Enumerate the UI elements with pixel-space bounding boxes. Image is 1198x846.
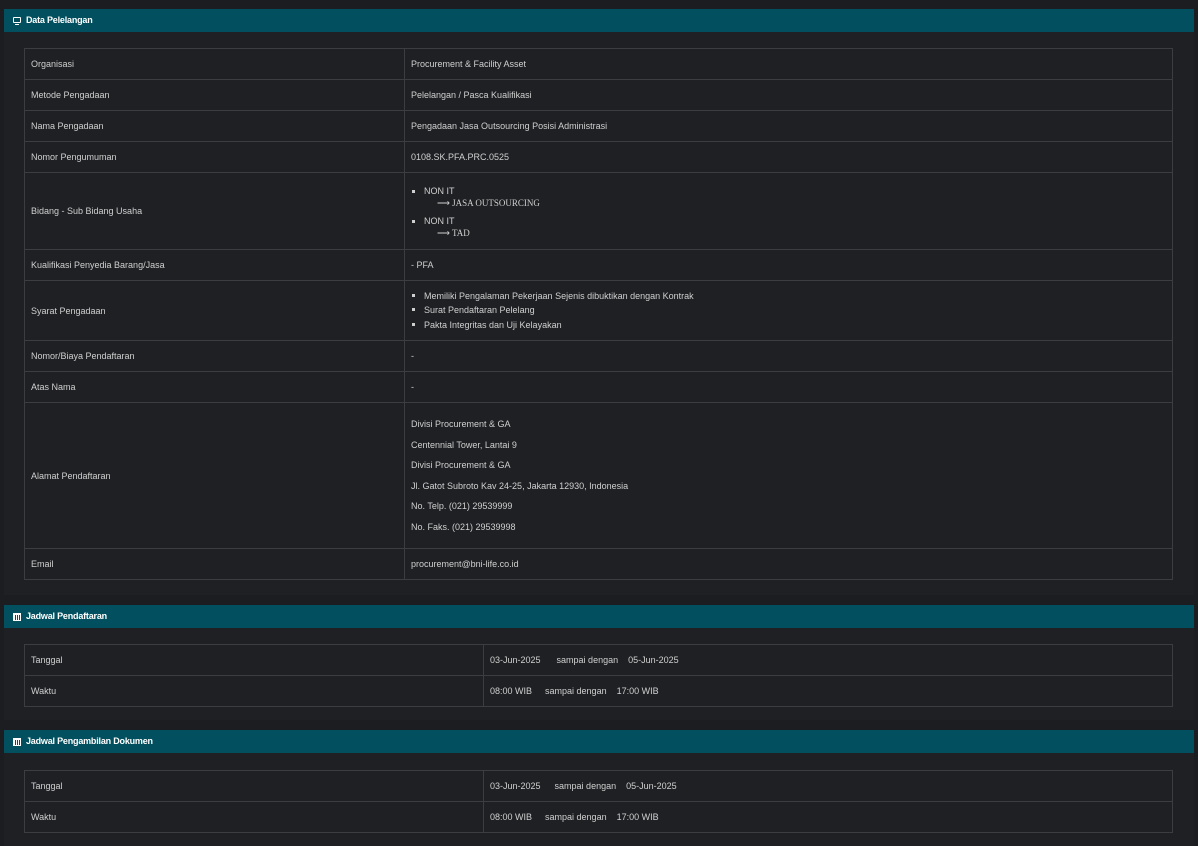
row-label: Kualifikasi Penyedia Barang/Jasa <box>24 249 405 281</box>
address-line: Jl. Gatot Subroto Kav 24-25, Jakarta 129… <box>411 480 629 491</box>
table-row: Tanggal 03-Jun-2025 sampai dengan 05-Jun-2… <box>24 770 1173 802</box>
row-value: Pelelangan / Pasca Kualifikasi <box>404 79 1173 111</box>
end-date: 05-Jun-2025 <box>626 781 677 791</box>
row-label: Bidang - Sub Bidang Usaha <box>24 172 405 250</box>
panel-title: Jadwal Pendaftaran <box>26 611 107 621</box>
row-label: Atas Nama <box>24 371 405 403</box>
row-value: - PFA <box>404 249 1173 281</box>
panel-header-jadwal-pendaftaran[interactable]: Jadwal Pendaftaran <box>4 605 1194 628</box>
row-value: 08:00 WIB sampai dengan 17:00 WIB <box>483 801 1173 833</box>
monitor-icon <box>13 16 23 26</box>
start-date: 03-Jun-2025 <box>490 655 541 665</box>
address-line: Centennial Tower, Lantai 9 <box>411 439 517 450</box>
address-line: Divisi Procurement & GA <box>411 419 511 429</box>
address-line: No. Telp. (021) 29539999 <box>411 501 513 511</box>
start-time: 08:00 WIB <box>490 812 533 822</box>
table-row: Waktu 08:00 WIB sampai dengan 17:00 WIB <box>24 801 1173 833</box>
bidang-list: NON IT ⟶ JASA OUTSOURCING NON IT ⟶ TAD <box>411 184 1166 239</box>
range-separator: sampai dengan <box>545 812 607 822</box>
row-label: Tanggal <box>24 770 484 802</box>
data-pelelangan-table: Organisasi Procurement & Facility Asset … <box>24 48 1173 580</box>
row-value: 03-Jun-2025 sampai dengan 05-Jun-2025 <box>483 770 1173 802</box>
row-label: Waktu <box>24 801 484 833</box>
address-line: No. Faks. (021) 29539998 <box>411 521 516 532</box>
row-label: Organisasi <box>24 48 405 80</box>
jadwal-pengambilan-table: Tanggal 03-Jun-2025 sampai dengan 05-Jun-2… <box>24 770 1173 833</box>
start-date: 03-Jun-2025 <box>490 781 541 791</box>
panel-title: Data Pelelangan <box>26 15 93 25</box>
panel-title: Jadwal Pengambilan Dokumen <box>26 736 153 746</box>
calendar-icon <box>13 612 23 622</box>
end-time: 17:00 WIB <box>616 812 659 822</box>
list-item: NON IT ⟶ JASA OUTSOURCING <box>412 185 1166 209</box>
row-value: Procurement & Facility Asset <box>404 48 1173 80</box>
calendar-icon <box>13 737 23 747</box>
table-row: Email procurement@bni-life.co.id <box>24 548 1173 580</box>
table-row: Nomor/Biaya Pendaftaran - <box>24 340 1173 372</box>
row-label: Tanggal <box>24 644 484 676</box>
end-date: 05-Jun-2025 <box>628 655 679 665</box>
range-separator: sampai dengan <box>556 655 619 665</box>
panel-header-data-pelelangan[interactable]: Data Pelelangan <box>4 9 1194 32</box>
panel-header-jadwal-pengambilan-dokumen[interactable]: Jadwal Pengambilan Dokumen <box>4 730 1194 753</box>
syarat-list: Memiliki Pengalaman Pekerjaan Sejenis di… <box>411 289 1166 333</box>
table-row: Alamat Pendaftaran Divisi Procurement & … <box>24 402 1173 549</box>
range-separator: sampai dengan <box>545 686 607 696</box>
list-item: Pakta Integritas dan Uji Kelayakan <box>412 318 1166 333</box>
row-value: Memiliki Pengalaman Pekerjaan Sejenis di… <box>404 280 1173 341</box>
table-row: Organisasi Procurement & Facility Asset <box>24 48 1173 80</box>
row-label: Nama Pengadaan <box>24 110 405 142</box>
jadwal-pendaftaran-table: Tanggal 03-Jun-2025 sampai dengan 05-Jun-2… <box>24 644 1173 707</box>
row-value: 08:00 WIB sampai dengan 17:00 WIB <box>483 675 1173 707</box>
table-row: Bidang - Sub Bidang Usaha NON IT ⟶ JASA … <box>24 172 1173 250</box>
row-value: - <box>404 371 1173 403</box>
row-label: Alamat Pendaftaran <box>24 402 405 549</box>
address-line: Divisi Procurement & GA <box>411 460 511 470</box>
list-item: NON IT ⟶ TAD <box>412 215 1166 239</box>
table-row: Tanggal 03-Jun-2025 sampai dengan 05-Jun-2… <box>24 644 1173 676</box>
row-value: Divisi Procurement & GA Centennial Tower… <box>404 402 1173 549</box>
row-label: Nomor Pengumuman <box>24 141 405 173</box>
panel-jadwal-pendaftaran: Jadwal Pendaftaran Tanggal 03-Jun-2025 sa… <box>4 605 1194 720</box>
range-separator: sampai dengan <box>554 781 617 791</box>
row-label: Metode Pengadaan <box>24 79 405 111</box>
list-item: Surat Pendaftaran Pelelang <box>412 303 1166 318</box>
table-row: Kualifikasi Penyedia Barang/Jasa - PFA <box>24 249 1173 281</box>
sub-bidang: ⟶ TAD <box>437 227 470 238</box>
table-row: Metode Pengadaan Pelelangan / Pasca Kual… <box>24 79 1173 111</box>
row-label: Waktu <box>24 675 484 707</box>
table-row: Nama Pengadaan Pengadaan Jasa Outsourcin… <box>24 110 1173 142</box>
row-value: NON IT ⟶ JASA OUTSOURCING NON IT ⟶ TAD <box>404 172 1173 250</box>
row-value: 03-Jun-2025 sampai dengan 05-Jun-2025 <box>483 644 1173 676</box>
start-time: 08:00 WIB <box>490 686 533 696</box>
table-row: Waktu 08:00 WIB sampai dengan 17:00 WIB <box>24 675 1173 707</box>
table-row: Atas Nama - <box>24 371 1173 403</box>
table-row: Nomor Pengumuman 0108.SK.PFA.PRC.0525 <box>24 141 1173 173</box>
email-value[interactable]: procurement@bni-life.co.id <box>404 548 1173 580</box>
row-label: Nomor/Biaya Pendaftaran <box>24 340 405 372</box>
panel-jadwal-pengambilan-dokumen: Jadwal Pengambilan Dokumen Tanggal 03-Ju… <box>4 730 1194 846</box>
row-value: 0108.SK.PFA.PRC.0525 <box>404 141 1173 173</box>
row-value: Pengadaan Jasa Outsourcing Posisi Admini… <box>404 110 1173 142</box>
sub-bidang: ⟶ JASA OUTSOURCING <box>437 197 540 208</box>
row-label: Syarat Pengadaan <box>24 280 405 341</box>
list-item: Memiliki Pengalaman Pekerjaan Sejenis di… <box>412 289 1166 304</box>
end-time: 17:00 WIB <box>616 686 659 696</box>
row-label: Email <box>24 548 405 580</box>
row-value: - <box>404 340 1173 372</box>
panel-data-pelelangan: Data Pelelangan Organisasi Procurement &… <box>4 9 1194 595</box>
table-row: Syarat Pengadaan Memiliki Pengalaman Pek… <box>24 280 1173 341</box>
